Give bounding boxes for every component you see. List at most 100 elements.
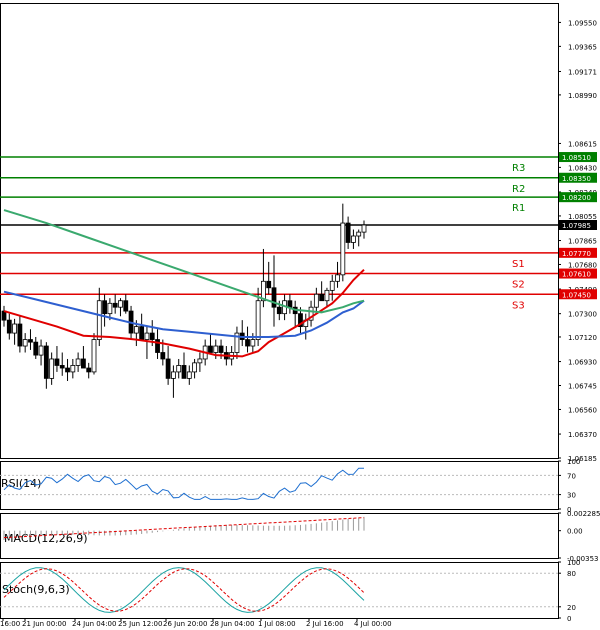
candle-body xyxy=(208,345,213,353)
time-tick-label: 25 Jun 12:00 xyxy=(118,620,162,628)
time-tick-label: 4 Jul 00:00 xyxy=(354,620,392,628)
price-tick-label: 1.08430 xyxy=(568,164,597,172)
level-price-label: 1.08350 xyxy=(562,175,591,183)
candle-body xyxy=(112,302,118,308)
price-tick-label: 1.06560 xyxy=(568,406,597,414)
price-tick-label: 1.06370 xyxy=(568,431,597,439)
candle-body xyxy=(255,300,261,340)
level-name: S1 xyxy=(512,259,525,270)
price-tick-label: 1.07680 xyxy=(568,261,597,269)
price-tick-label: 1.07865 xyxy=(568,238,597,246)
candle-body xyxy=(181,365,187,379)
price-tick-label: 1.06930 xyxy=(568,359,597,367)
time-tick-label: 28 Jun 04:00 xyxy=(210,620,254,628)
candle-body xyxy=(54,358,60,366)
candle-body xyxy=(81,358,86,369)
candle-body xyxy=(356,231,362,237)
level-name: R2 xyxy=(512,184,525,195)
level-price-label: 1.07770 xyxy=(562,250,591,258)
level-name: R1 xyxy=(512,203,525,214)
time-tick-label: 1 Jul 08:00 xyxy=(258,620,296,628)
candle-body xyxy=(38,345,44,356)
time-tick-label: 16:00 xyxy=(0,620,20,628)
macd-panel: MACD(12,26,9) 0.0022850.00-0.00353 xyxy=(0,510,600,563)
candle-body xyxy=(49,358,55,379)
candle-body xyxy=(102,300,107,315)
stoch-tick-label: 100 xyxy=(567,559,580,567)
candle-body xyxy=(192,362,197,373)
candle-body xyxy=(118,300,123,308)
candle-body xyxy=(22,339,28,347)
price-tick-label: 1.09171 xyxy=(568,68,597,76)
candle-body xyxy=(186,371,192,379)
candle-body xyxy=(324,289,330,302)
candle-body xyxy=(144,332,150,340)
level-price-label: 1.08510 xyxy=(562,154,591,162)
candle-body xyxy=(313,293,319,308)
candle-body xyxy=(75,358,81,366)
time-axis: 16:00 21 Jun 00:00 24 Jun 04:00 25 Jun 12:0… xyxy=(0,618,392,628)
candle-body xyxy=(213,345,219,353)
candle-body xyxy=(176,365,182,373)
candle-body xyxy=(70,365,76,373)
price-tick-label: 1.09365 xyxy=(568,43,597,51)
price-tick-label: 1.08615 xyxy=(568,140,597,148)
candle-body xyxy=(160,352,166,360)
candle-body xyxy=(266,280,272,289)
candle-body xyxy=(6,319,12,334)
candle-body xyxy=(17,323,23,347)
price-panel: 1.09550 1.09365 1.09171 1.08990 1.08615 1.084… xyxy=(0,3,597,463)
candle-body xyxy=(123,300,129,312)
time-tick-label: 26 Jun 20:00 xyxy=(163,620,207,628)
macd-tick-label: 0.00 xyxy=(567,528,583,536)
chart-canvas: 1.09550 1.09365 1.09171 1.08990 1.08615 1.084… xyxy=(0,3,600,628)
time-tick-label: 24 Jun 04:00 xyxy=(72,620,116,628)
rsi-panel: RSI(14) 10070300 xyxy=(0,458,580,514)
level-price-label: 1.08200 xyxy=(562,194,591,202)
time-tick-label: 2 Jul 16:00 xyxy=(306,620,344,628)
level-name: R3 xyxy=(512,163,525,174)
candle-body xyxy=(171,371,176,379)
candle-body xyxy=(276,306,282,315)
rsi-tick-label: 30 xyxy=(567,492,576,500)
candle-body xyxy=(139,326,145,340)
candle-body xyxy=(96,300,102,340)
candle-body xyxy=(59,365,65,369)
candle-body xyxy=(197,358,203,364)
candle-body xyxy=(28,339,33,343)
macd-tick-label: 0.002285 xyxy=(567,510,600,518)
candle-body xyxy=(218,345,224,353)
candle-body xyxy=(271,287,277,308)
level-price-label: 1.07450 xyxy=(562,291,591,299)
candle-body xyxy=(340,222,346,276)
candle-body xyxy=(86,367,92,373)
price-tick-label: 1.09550 xyxy=(568,19,597,27)
stoch-tick-label: 20 xyxy=(567,604,576,612)
candle-body xyxy=(319,293,325,302)
price-tick-label: 1.07120 xyxy=(568,334,597,342)
candle-body xyxy=(329,280,335,291)
level-price-label: 1.07985 xyxy=(562,222,591,230)
price-panel-frame xyxy=(0,3,559,459)
candle-body xyxy=(65,367,70,373)
candle-body xyxy=(335,274,340,282)
candle-body xyxy=(351,235,356,243)
candle-body xyxy=(43,345,49,379)
price-tick-label: 1.08055 xyxy=(568,213,597,221)
candle-body xyxy=(287,300,293,308)
candle-body xyxy=(165,358,171,379)
level-price-label: 1.07610 xyxy=(562,271,591,279)
candle-body xyxy=(361,224,367,233)
price-tick-label: 1.08990 xyxy=(568,92,597,100)
stoch-frame xyxy=(0,562,559,619)
candle-body xyxy=(245,339,250,347)
stoch-panel: Stoch(9,6,3) 10080200 xyxy=(0,559,580,623)
stoch-tick-label: 80 xyxy=(567,570,576,578)
candle-body xyxy=(149,332,155,340)
level-name: S3 xyxy=(512,300,525,311)
time-tick-label: 21 Jun 00:00 xyxy=(22,620,66,628)
candle-body xyxy=(133,326,139,334)
candle-body xyxy=(107,302,113,315)
rsi-tick-label: 100 xyxy=(567,458,580,466)
rsi-tick-label: 70 xyxy=(567,472,576,480)
